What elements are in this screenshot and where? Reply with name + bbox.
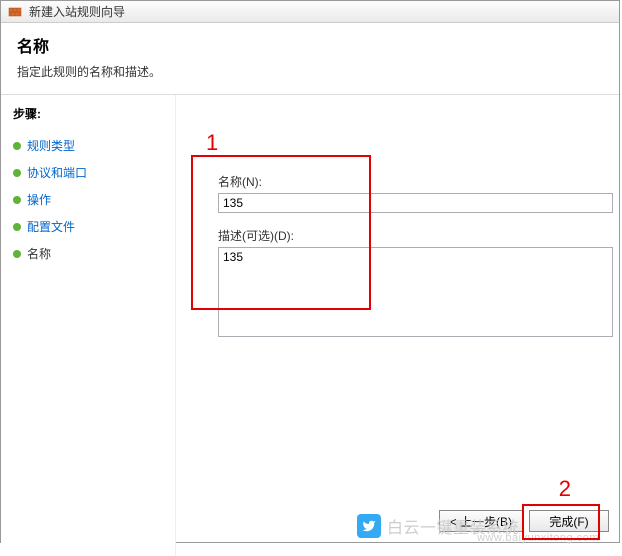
- step-action[interactable]: 操作: [13, 186, 163, 213]
- step-name[interactable]: 名称: [13, 240, 163, 267]
- page-description: 指定此规则的名称和描述。: [17, 63, 603, 80]
- step-label: 操作: [27, 191, 51, 208]
- step-label: 协议和端口: [27, 164, 87, 181]
- steps-sidebar: 步骤: 规则类型 协议和端口 操作 配置文件 名称: [1, 95, 176, 556]
- name-input[interactable]: [218, 193, 613, 213]
- finish-button[interactable]: 完成(F): [529, 510, 609, 532]
- step-bullet-icon: [13, 169, 21, 177]
- wizard-window: 新建入站规则向导 名称 指定此规则的名称和描述。 步骤: 规则类型 协议和端口 …: [0, 0, 620, 543]
- window-title: 新建入站规则向导: [29, 3, 125, 20]
- titlebar: 新建入站规则向导: [1, 1, 619, 23]
- watermark-text: 白云一键重装系统: [387, 514, 519, 538]
- steps-heading: 步骤:: [13, 105, 163, 122]
- step-bullet-icon: [13, 223, 21, 231]
- description-label: 描述(可选)(D):: [218, 227, 619, 244]
- step-bullet-icon: [13, 142, 21, 150]
- name-field-group: 名称(N):: [218, 173, 619, 213]
- step-rule-type[interactable]: 规则类型: [13, 132, 163, 159]
- annotation-marker-1: 1: [206, 130, 218, 156]
- main-panel: 1 名称(N): 描述(可选)(D):: [176, 95, 619, 556]
- wizard-header: 名称 指定此规则的名称和描述。: [1, 23, 619, 95]
- step-protocol-ports[interactable]: 协议和端口: [13, 159, 163, 186]
- firewall-icon: [7, 4, 23, 20]
- description-input[interactable]: [218, 247, 613, 337]
- step-bullet-icon: [13, 196, 21, 204]
- form-area: 名称(N): 描述(可选)(D):: [218, 173, 619, 354]
- name-label: 名称(N):: [218, 173, 619, 190]
- watermark-logo-icon: [357, 514, 381, 538]
- content-area: 步骤: 规则类型 协议和端口 操作 配置文件 名称 1: [1, 95, 619, 556]
- step-label: 规则类型: [27, 137, 75, 154]
- watermark: 白云一键重装系统: [357, 514, 519, 538]
- annotation-marker-2: 2: [559, 476, 571, 502]
- step-profile[interactable]: 配置文件: [13, 213, 163, 240]
- step-label: 配置文件: [27, 218, 75, 235]
- description-field-group: 描述(可选)(D):: [218, 227, 619, 340]
- step-bullet-icon: [13, 250, 21, 258]
- step-label: 名称: [27, 245, 51, 262]
- page-title: 名称: [17, 33, 603, 57]
